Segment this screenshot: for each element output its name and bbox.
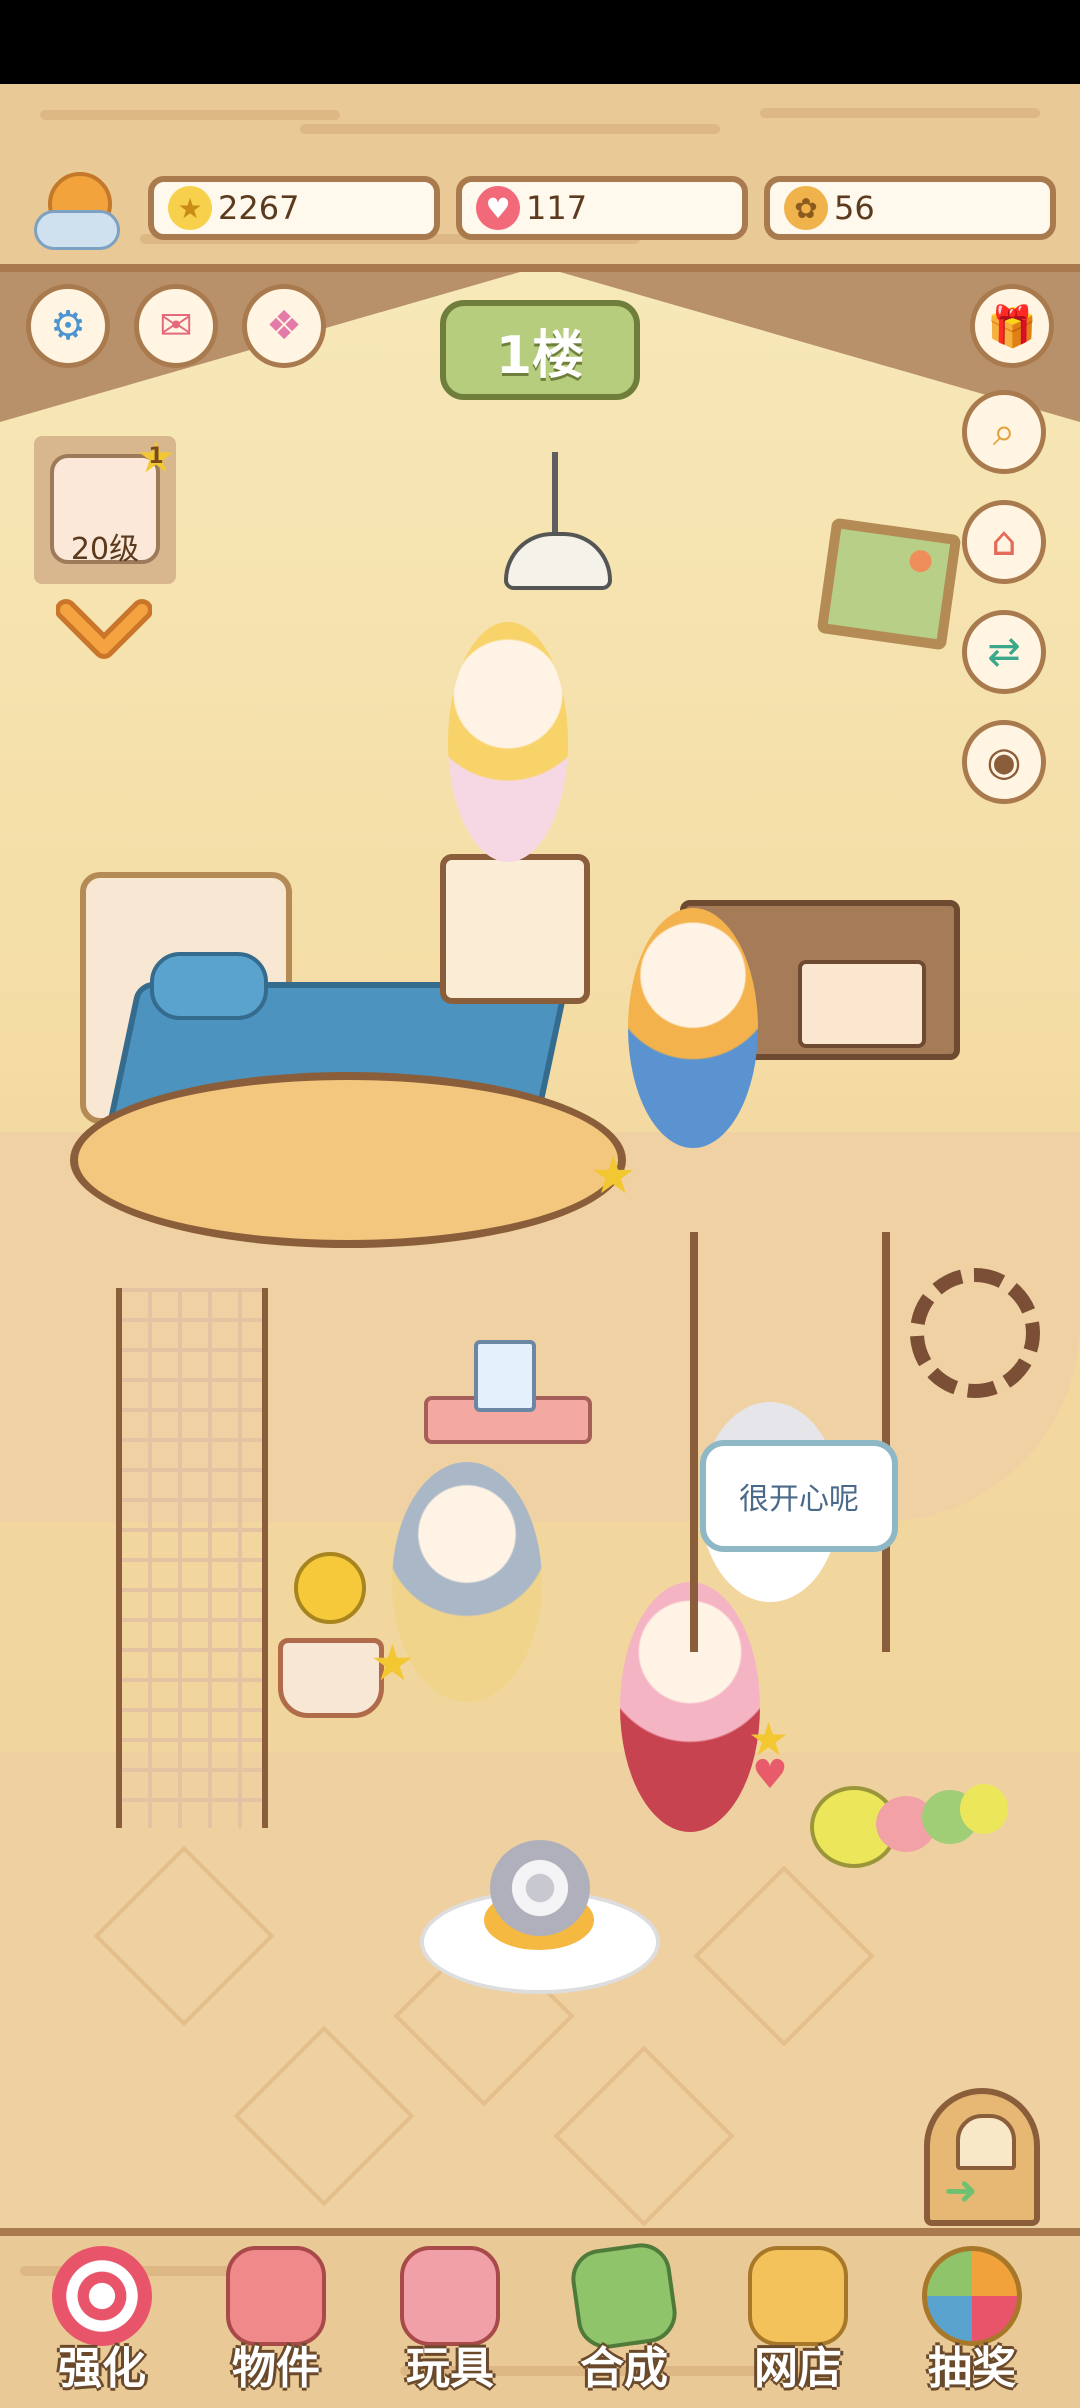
paws-value: 56: [834, 189, 875, 227]
milk-carton: [474, 1340, 536, 1412]
nav-items-label: 物件: [232, 2343, 320, 2394]
chevron-down-icon[interactable]: [55, 596, 153, 666]
magnifier-paw-icon[interactable]: ⌕: [962, 390, 1046, 474]
nav-combine-label: 合成: [580, 2343, 668, 2394]
paw-house-icon[interactable]: ⌂: [962, 500, 1046, 584]
paw-coin-icon: ✿: [784, 186, 828, 230]
shop-cart-icon: [748, 2246, 848, 2346]
nav-toys-label: 玩具: [406, 2343, 494, 2394]
lottery-wheel-icon: [922, 2246, 1022, 2346]
floor-sign[interactable]: 1楼: [440, 300, 640, 400]
nav-shop-label: 网店: [754, 2343, 842, 2394]
handbook-icon[interactable]: ❖: [242, 284, 326, 368]
round-rug: [70, 1072, 626, 1248]
nav-lottery-label: 抽奖: [928, 2343, 1016, 2394]
profile-card[interactable]: ★ 1 20级: [34, 436, 176, 584]
nav-toys-button[interactable]: 玩具: [380, 2246, 520, 2396]
piano-icon: [226, 2246, 326, 2346]
nav-upgrade-button[interactable]: 强化: [32, 2246, 172, 2396]
exit-door[interactable]: ➜: [924, 2088, 1040, 2226]
nav-combine-button[interactable]: 合成: [554, 2239, 694, 2396]
settings-gear-icon[interactable]: ⚙: [26, 284, 110, 368]
fried-egg-cushion[interactable]: [420, 1840, 660, 1994]
star-icon: ★: [168, 186, 212, 230]
level-label: 20级: [70, 532, 140, 567]
wreath-decoration: [910, 1268, 1040, 1398]
hearts-counter[interactable]: ♥ 117: [456, 176, 748, 240]
gift-icon[interactable]: 🎁: [970, 284, 1054, 368]
house-swap-icon[interactable]: ⇄: [962, 610, 1046, 694]
nightstand[interactable]: [440, 854, 590, 1004]
star-pickup-2[interactable]: ★: [370, 1634, 415, 1692]
mystery-egg[interactable]: [490, 1840, 590, 1936]
caterpillar-toy[interactable]: [810, 1772, 1010, 1868]
girl-apron-near-dresser[interactable]: [628, 908, 758, 1148]
paws-counter[interactable]: ✿ 56: [764, 176, 1056, 240]
hearts-value: 117: [526, 189, 588, 227]
weather-sun-icon[interactable]: [30, 166, 120, 250]
speech-bubble: 很开心呢: [700, 1440, 898, 1552]
nav-shop-button[interactable]: 网店: [728, 2246, 868, 2396]
status-bar: [0, 0, 1080, 84]
stars-counter[interactable]: ★ 2267: [148, 176, 440, 240]
level-badge-count: 1: [148, 444, 164, 469]
mail-icon[interactable]: ✉: [134, 284, 218, 368]
swirl-candy-icon: [52, 2246, 152, 2346]
toy-house-icon: [400, 2246, 500, 2346]
nav-items-button[interactable]: 物件: [206, 2246, 346, 2396]
eye-icon[interactable]: ◉: [962, 720, 1046, 804]
heart-pickup[interactable]: ♥: [752, 1752, 788, 1798]
landscape-painting: [816, 517, 962, 651]
star-pickup-1[interactable]: ★: [590, 1146, 637, 1206]
heart-icon: ♥: [476, 186, 520, 230]
flower-pot[interactable]: [270, 1552, 384, 1718]
girl-blonde-on-nightstand[interactable]: [448, 622, 568, 862]
rope-net[interactable]: [116, 1288, 268, 1828]
ceiling-lamp: [504, 452, 612, 592]
nav-upgrade-label: 强化: [58, 2343, 146, 2394]
nav-lottery-button[interactable]: 抽奖: [902, 2246, 1042, 2396]
stars-value: 2267: [218, 189, 300, 227]
